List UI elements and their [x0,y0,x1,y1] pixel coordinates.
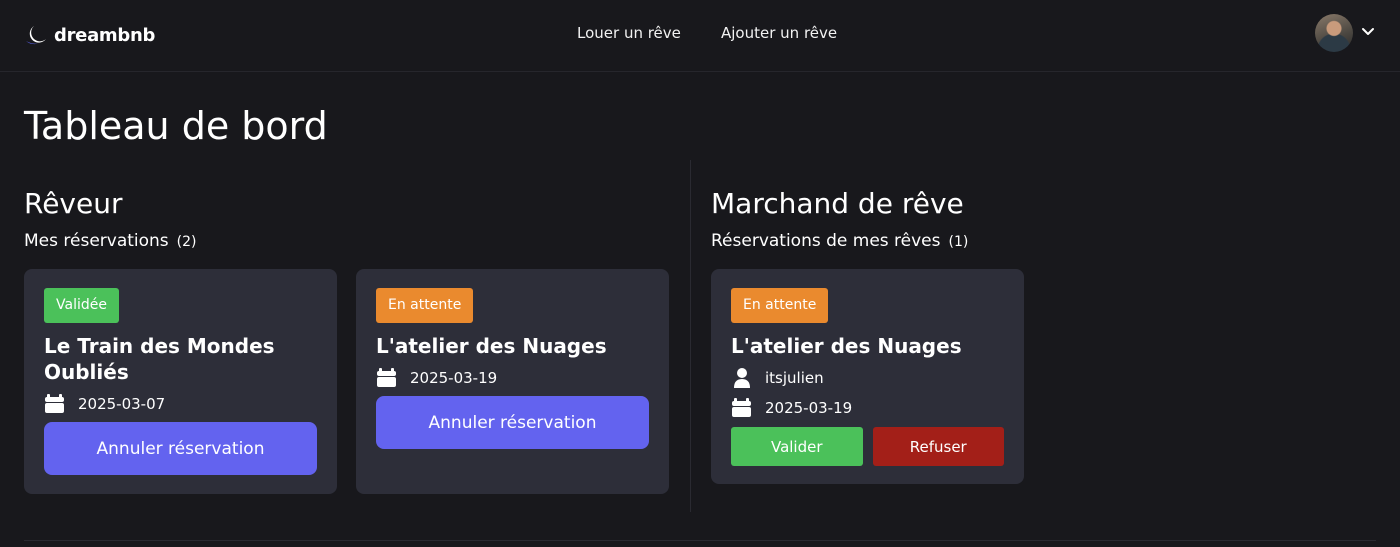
booking-actions: Valider Refuser [731,427,1004,466]
booking-card: Validée Le Train des Mondes Oubliés 2025… [24,269,337,494]
merchant-section-title: Marchand de rêve [711,187,964,220]
booking-date: 2025-03-07 [44,393,317,415]
moon-logo-icon [26,26,46,45]
merchant-subtitle: Réservations de mes rêves (1) [711,229,968,254]
nav-add-dream[interactable]: Ajouter un rêve [721,24,837,42]
top-navbar: dreambnb Louer un rêve Ajouter un rêve [0,0,1400,72]
status-badge: En attente [376,288,474,323]
user-icon [734,368,750,388]
bottom-divider [24,540,1376,541]
merchant-booking-count: (1) [948,234,969,250]
booking-date-value: 2025-03-07 [78,395,166,413]
dreamer-booking-count: (2) [176,234,197,250]
section-divider [690,160,691,512]
merchant-subtitle-label: Réservations de mes rêves [711,231,941,251]
avatar[interactable] [1315,14,1353,52]
booking-user-value: itsjulien [765,369,824,387]
page-title: Tableau de bord [24,104,328,148]
merchant-booking-card: En attente L'atelier des Nuages itsjulie… [711,269,1024,484]
calendar-icon [45,394,64,413]
brand-logo[interactable]: dreambnb [24,22,155,48]
booking-title: L'atelier des Nuages [376,334,607,358]
refuse-booking-button[interactable]: Refuser [872,427,1004,466]
brand-name: dreambnb [54,24,156,46]
chevron-down-icon[interactable] [1361,27,1375,37]
calendar-icon [377,368,396,387]
status-badge: Validée [44,288,119,323]
nav-rent-dream[interactable]: Louer un rêve [577,24,681,42]
booking-title: L'atelier des Nuages [731,334,962,358]
dreamer-subtitle-label: Mes réservations [24,231,169,251]
booking-date-value: 2025-03-19 [765,399,853,417]
cancel-booking-button[interactable]: Annuler réservation [376,396,649,449]
booking-date: 2025-03-19 [731,397,1004,419]
booking-card: En attente L'atelier des Nuages 2025-03-… [356,269,669,494]
accept-booking-button[interactable]: Valider [731,427,863,466]
booking-title: Le Train des Mondes Oubliés [44,334,275,384]
dreamer-section-title: Rêveur [24,187,123,220]
cancel-booking-button[interactable]: Annuler réservation [44,422,317,475]
calendar-icon [732,398,751,417]
booking-date: 2025-03-19 [376,367,649,389]
status-badge: En attente [731,288,829,323]
dreamer-subtitle: Mes réservations (2) [24,229,197,254]
booking-date-value: 2025-03-19 [410,369,498,387]
booking-user: itsjulien [731,367,1004,389]
